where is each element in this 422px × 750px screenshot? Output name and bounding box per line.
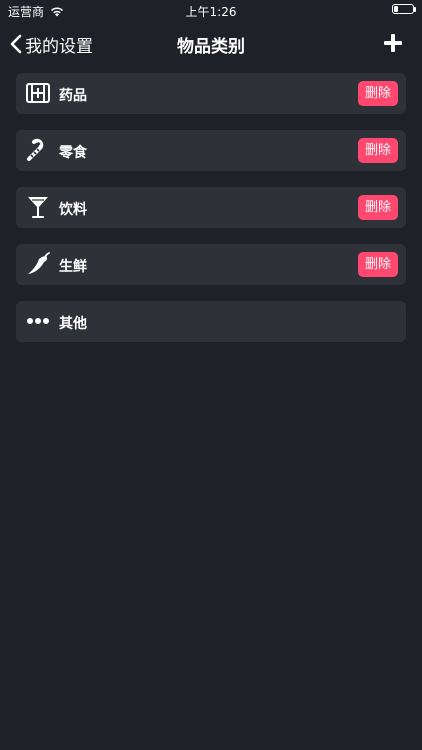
category-label: 零食 [59,145,87,161]
more-dots-icon [27,318,49,324]
category-label: 其他 [59,316,87,332]
battery-icon [392,4,416,14]
status-right [392,4,416,14]
medicine-icon [26,83,50,103]
category-row-snacks[interactable]: 零食 删除 [16,130,406,171]
delete-button[interactable]: 删除 [358,138,398,163]
category-row-medicine[interactable]: 药品 删除 [16,73,406,114]
cocktail-icon [28,197,48,218]
nav-bar: 我的设置 物品类别 [0,22,422,66]
category-row-drinks[interactable]: 饮料 删除 [16,187,406,228]
category-row-other[interactable]: 其他 [16,301,406,342]
delete-button[interactable]: 删除 [358,81,398,106]
category-label: 生鲜 [59,259,87,275]
add-icon[interactable] [382,32,404,54]
category-list: 药品 删除 零食 删除 饮料 删除 生鲜 删除 其他 [16,73,406,358]
candy-cane-icon [27,138,44,161]
category-label: 药品 [59,88,87,104]
delete-button[interactable]: 删除 [358,195,398,220]
status-bar: 运营商 上午1:26 [0,0,422,22]
delete-button[interactable]: 删除 [358,252,398,277]
status-time: 上午1:26 [185,5,237,19]
chili-pepper-icon [28,252,50,274]
screen: 运营商 上午1:26 我的设置 物品类别 药品 删除 零食 删除 饮料 删除 生… [0,0,422,750]
page-title: 物品类别 [177,37,245,57]
category-row-fresh[interactable]: 生鲜 删除 [16,244,406,285]
category-label: 饮料 [59,202,87,218]
